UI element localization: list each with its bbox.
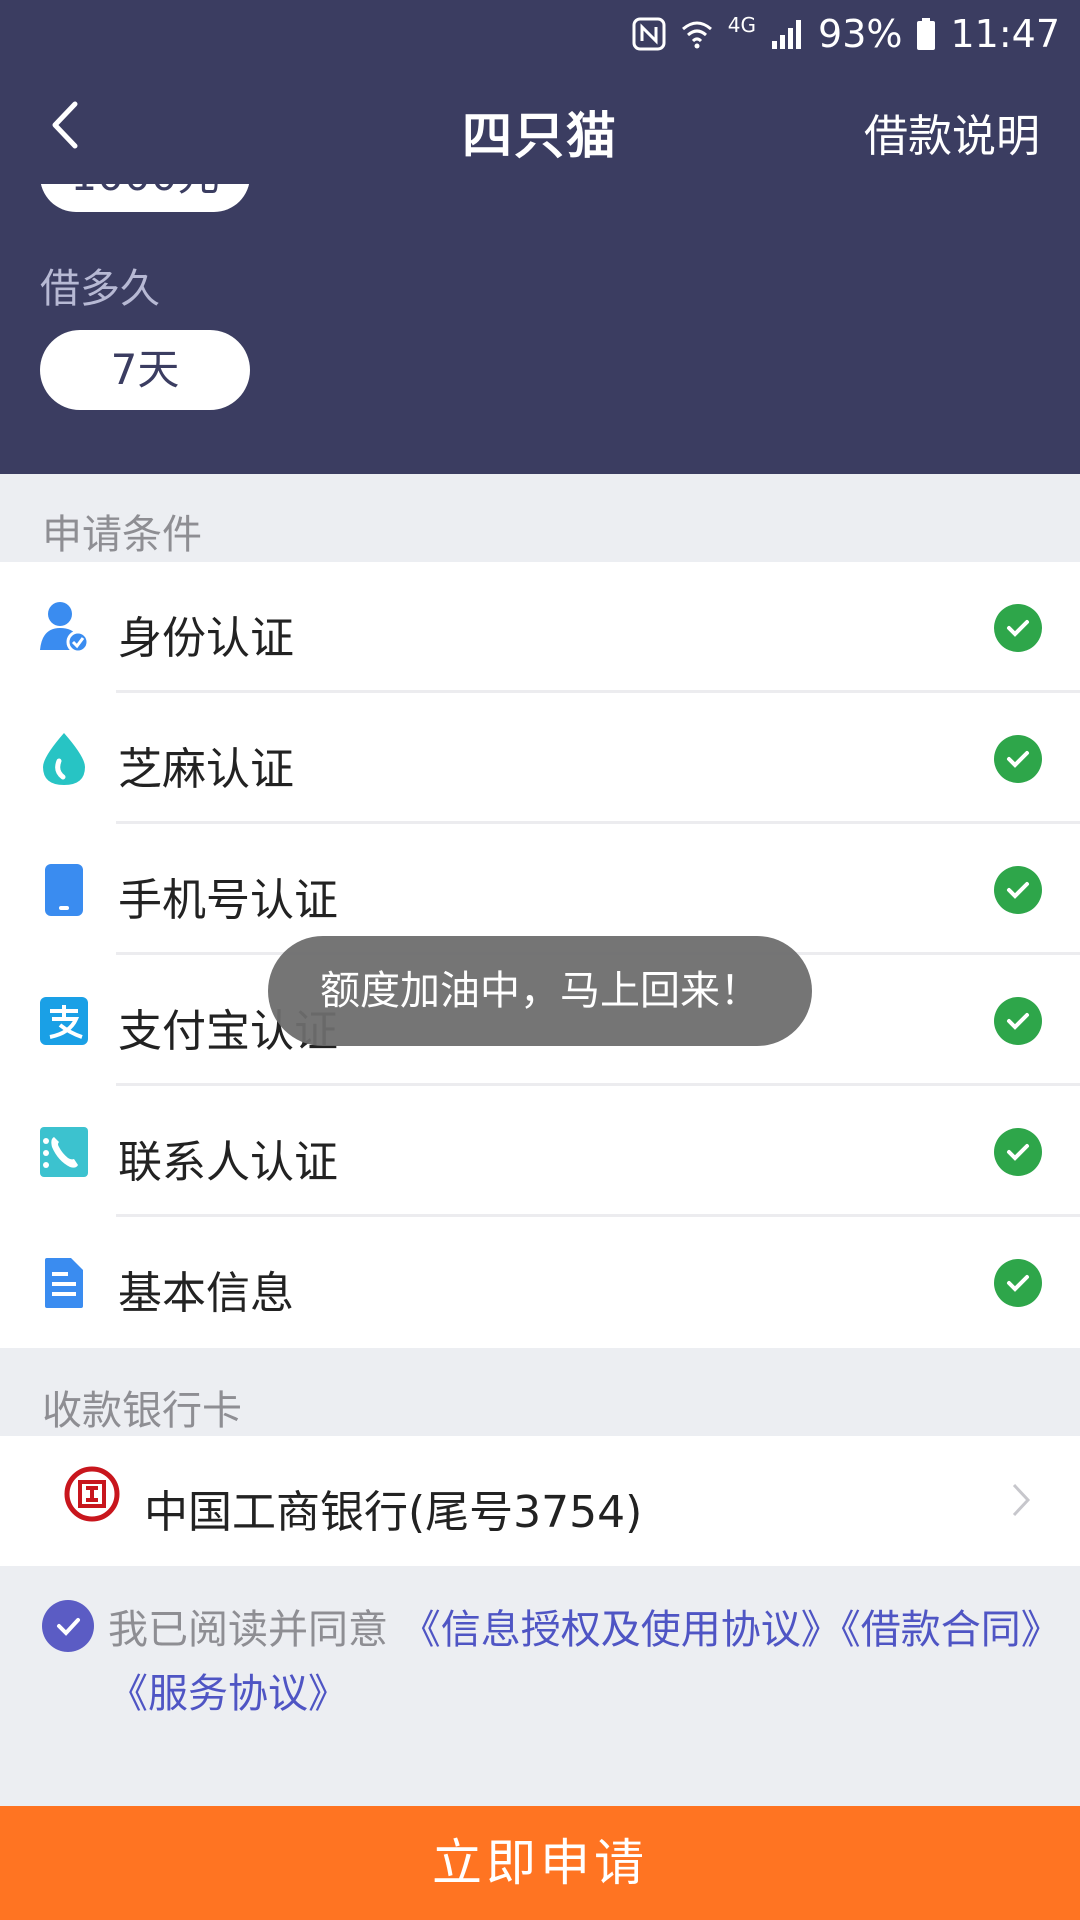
check-icon xyxy=(994,1128,1042,1176)
toast-message: 额度加油中，马上回来！ xyxy=(268,936,812,1046)
condition-label: 芝麻认证 xyxy=(118,744,294,795)
check-icon xyxy=(994,866,1042,914)
condition-basic-info[interactable]: 基本信息 xyxy=(0,1217,1080,1348)
header: 1000元 4G xyxy=(0,0,1080,474)
bank-card-row[interactable]: 中国工商银行(尾号3754) xyxy=(0,1436,1080,1566)
nav-bar: 四只猫 借款说明 xyxy=(0,68,1080,184)
condition-label: 手机号认证 xyxy=(118,875,338,926)
phone-icon xyxy=(38,862,90,918)
agree-checkbox[interactable] xyxy=(42,1600,94,1652)
apply-now-button[interactable]: 立即申请 xyxy=(0,1806,1080,1920)
info-authorization-link[interactable]: 《信息授权及使用协议》 xyxy=(401,1607,841,1653)
signal-icon xyxy=(770,17,804,51)
sesame-drop-icon xyxy=(38,731,90,787)
check-icon xyxy=(994,735,1042,783)
status-bar: 4G 93% 11:47 xyxy=(0,0,1080,68)
bank-name: 中国工商银行(尾号3754) xyxy=(144,1487,643,1538)
status-icons: 4G 93% 11:47 xyxy=(632,8,1060,60)
service-agreement-link[interactable]: 《服务协议》 xyxy=(108,1671,348,1717)
loan-explanation-link[interactable]: 借款说明 xyxy=(864,100,1040,164)
checkmark-icon xyxy=(57,1618,80,1636)
loan-contract-link[interactable]: 《借款合同》 xyxy=(841,1607,1061,1653)
document-icon xyxy=(38,1255,90,1311)
user-verified-icon xyxy=(38,600,90,656)
agreement-text: 我已阅读并同意 《信息授权及使用协议》《借款合同》《服务协议》 xyxy=(108,1598,1080,1726)
bank-section-title: 收款银行卡 xyxy=(42,1388,242,1434)
condition-identity[interactable]: 身份认证 xyxy=(0,562,1080,693)
condition-label: 基本信息 xyxy=(118,1268,294,1319)
term-label: 借多久 xyxy=(40,266,160,312)
network-type-icon: 4G xyxy=(727,13,757,37)
check-icon xyxy=(994,997,1042,1045)
condition-sesame[interactable]: 芝麻认证 xyxy=(0,693,1080,824)
battery-icon xyxy=(916,17,936,51)
check-icon xyxy=(994,1259,1042,1307)
conditions-title: 申请条件 xyxy=(42,512,202,558)
condition-contacts[interactable]: 联系人认证 xyxy=(0,1086,1080,1217)
chevron-right-icon xyxy=(1006,1480,1036,1520)
icbc-logo-icon xyxy=(64,1466,120,1522)
agreement-prefix: 我已阅读并同意 xyxy=(108,1607,388,1653)
battery-percent: 93% xyxy=(818,12,903,56)
clock: 11:47 xyxy=(950,12,1060,56)
nfc-icon xyxy=(632,17,666,51)
condition-label: 联系人认证 xyxy=(118,1137,338,1188)
term-pill[interactable]: 7天 xyxy=(40,330,250,410)
contact-call-icon xyxy=(38,1124,90,1180)
check-icon xyxy=(994,604,1042,652)
condition-label: 身份认证 xyxy=(118,613,294,664)
wifi-icon xyxy=(680,17,714,51)
alipay-icon xyxy=(38,993,90,1049)
